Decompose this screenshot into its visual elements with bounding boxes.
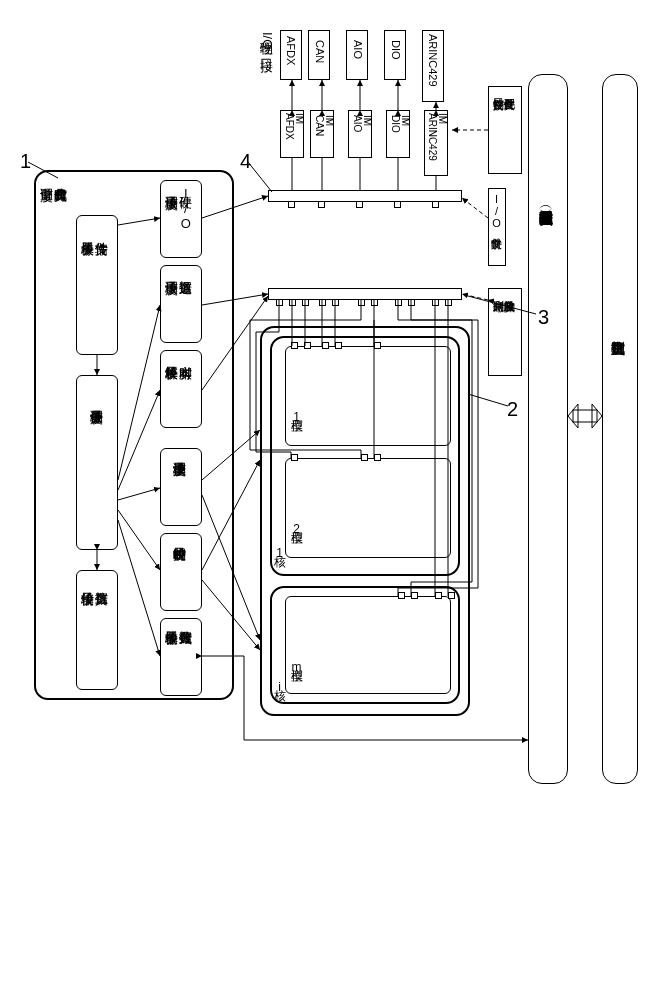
svg-line-16 <box>202 495 260 640</box>
svg-line-14 <box>202 296 268 390</box>
svg-line-30 <box>462 198 488 218</box>
svg-line-0 <box>28 162 58 178</box>
svg-rect-43 <box>573 410 597 422</box>
svg-line-13 <box>202 294 268 305</box>
svg-line-7 <box>118 488 160 500</box>
svg-line-4 <box>118 218 160 225</box>
svg-line-18 <box>202 580 260 650</box>
svg-line-15 <box>202 430 260 480</box>
svg-line-5 <box>118 305 160 480</box>
svg-line-2 <box>468 296 536 314</box>
svg-line-12 <box>202 196 268 218</box>
svg-line-17 <box>202 460 260 570</box>
svg-line-3 <box>468 394 508 406</box>
svg-line-31 <box>462 294 488 300</box>
svg-line-6 <box>118 390 160 490</box>
svg-line-1 <box>248 162 272 192</box>
